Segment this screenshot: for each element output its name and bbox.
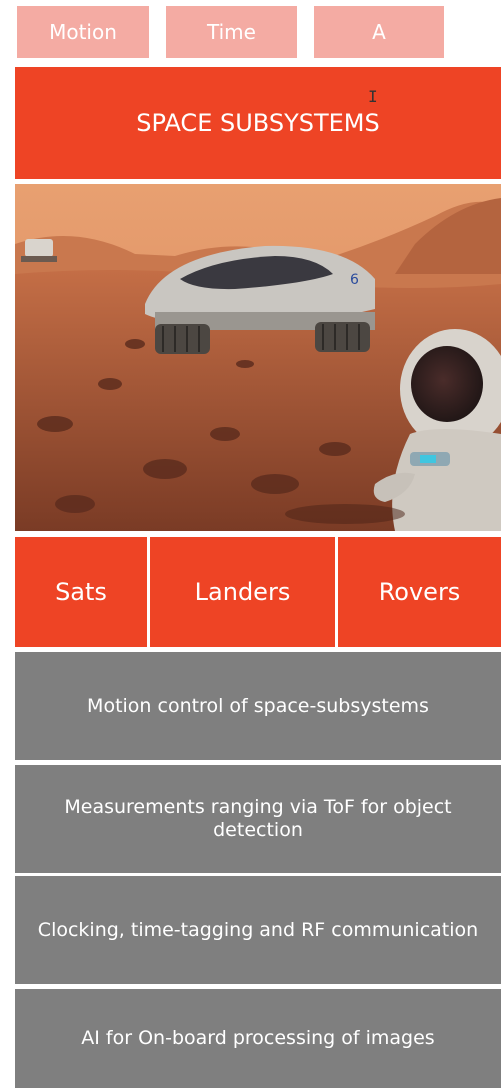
list-item-label: Measurements ranging via ToF for object … [64, 796, 452, 841]
list-item-motion-control[interactable]: Motion control of space-subsystems [15, 652, 501, 760]
list-item-clocking-rf[interactable]: Clocking, time-tagging and RF communicat… [15, 876, 501, 984]
list-item-label: AI for On-board processing of images [81, 1027, 435, 1050]
hero-image-mars-rover: 6 [15, 184, 501, 531]
list-item-measurements-ranging[interactable]: Measurements ranging via ToF for object … [15, 765, 501, 873]
page-root: Motion Time A SPACE SUBSYSTEMS I 6 Sats … [0, 0, 501, 1088]
category-rovers-button[interactable]: Rovers [338, 537, 501, 647]
tab-time[interactable]: Time [166, 6, 297, 58]
category-landers-button[interactable]: Landers [150, 537, 335, 647]
list-item-ai-onboard[interactable]: AI for On-board processing of images [15, 989, 501, 1088]
tab-a[interactable]: A [314, 6, 444, 58]
text-cursor-icon: I [368, 87, 378, 106]
category-sats-button[interactable]: Sats [15, 537, 147, 647]
list-item-label: Motion control of space-subsystems [87, 694, 429, 717]
svg-text:6: 6 [350, 272, 359, 288]
tab-motion[interactable]: Motion [17, 6, 149, 58]
list-item-label: Clocking, time-tagging and RF communicat… [37, 918, 479, 941]
page-title: SPACE SUBSYSTEMS [15, 67, 501, 179]
